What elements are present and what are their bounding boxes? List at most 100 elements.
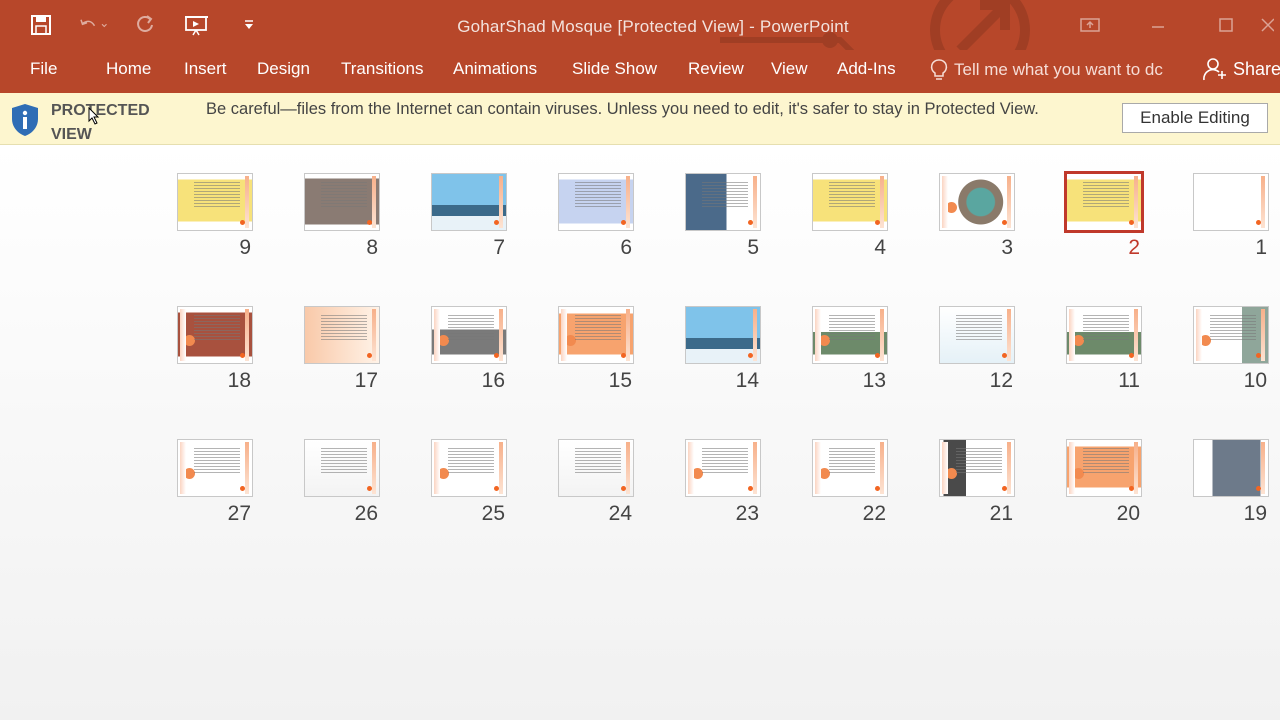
- slide-thumbnail-1[interactable]: [1193, 173, 1269, 231]
- slide-thumbnail-7[interactable]: [431, 173, 507, 231]
- slide-sorter: 1 2 3 4 5 6 7 8 9 10 11 12 13 14 15 16 17 18 19 20 21 22 23 24 2…: [0, 145, 1280, 720]
- share-label: Share: [1233, 58, 1280, 79]
- close-button[interactable]: [1260, 0, 1280, 50]
- slide-accent-bar: [753, 176, 757, 228]
- title-bar: GoharShad Mosque [Protected View] - Powe…: [0, 0, 1280, 50]
- slide-number: 7: [493, 236, 505, 259]
- slide-accent-bar: [880, 309, 884, 361]
- slide-accent-dot: [1002, 353, 1007, 358]
- slide-accent-dot: [1129, 220, 1134, 225]
- slide-accent-dot: [621, 486, 626, 491]
- slide-thumbnail-18[interactable]: [177, 306, 253, 364]
- slide-accent-bar: [753, 309, 757, 361]
- slide-thumbnail-15[interactable]: [558, 306, 634, 364]
- enable-editing-button[interactable]: Enable Editing: [1122, 103, 1268, 133]
- slide-text-lines: [194, 315, 240, 341]
- slide-accent-dot: [748, 486, 753, 491]
- slide-number: 1: [1255, 236, 1267, 259]
- slide-thumbnail-11[interactable]: [1066, 306, 1142, 364]
- slide-accent-dot: [621, 220, 626, 225]
- slide-text-lines: [1210, 315, 1256, 341]
- protected-view-message: Be careful—files from the Internet can c…: [206, 100, 1039, 118]
- slide-number: 21: [989, 502, 1013, 525]
- tab-transitions[interactable]: Transitions: [341, 59, 424, 79]
- tab-slide-show[interactable]: Slide Show: [572, 59, 657, 79]
- slide-thumbnail-9[interactable]: [177, 173, 253, 231]
- slide-thumbnail-26[interactable]: [304, 439, 380, 497]
- slide-number: 15: [608, 369, 632, 392]
- slide-thumbnail-14[interactable]: [685, 306, 761, 364]
- slide-thumbnail-25[interactable]: [431, 439, 507, 497]
- slide-thumbnail-27[interactable]: [177, 439, 253, 497]
- slide-text-lines: [448, 448, 494, 474]
- slide-side-band: [688, 442, 694, 494]
- tab-view[interactable]: View: [771, 59, 808, 79]
- slide-side-band: [942, 442, 948, 494]
- slide-text-lines: [829, 182, 875, 208]
- slide-thumbnail-23[interactable]: [685, 439, 761, 497]
- ribbon-display-icon: [1080, 18, 1100, 32]
- slide-thumbnail-22[interactable]: [812, 439, 888, 497]
- slide-text-lines: [448, 315, 494, 341]
- tab-home[interactable]: Home: [106, 59, 151, 79]
- lightbulb-icon: [930, 59, 948, 80]
- window-controls: [1056, 0, 1280, 50]
- slide-accent-bar: [626, 442, 630, 494]
- tab-insert[interactable]: Insert: [184, 59, 227, 79]
- tab-review[interactable]: Review: [688, 59, 744, 79]
- maximize-button[interactable]: [1192, 0, 1260, 50]
- person-add-icon: [1203, 58, 1226, 81]
- slide-thumbnail-13[interactable]: [812, 306, 888, 364]
- protected-view-bar: PROTECTED VIEW Be careful—files from the…: [0, 93, 1280, 145]
- slide-thumbnail-5[interactable]: [685, 173, 761, 231]
- maximize-icon: [1219, 18, 1233, 32]
- tell-me-search[interactable]: Tell me what you want to dc: [930, 58, 1163, 82]
- slide-thumbnail-24[interactable]: [558, 439, 634, 497]
- tell-me-text: Tell me what you want to dc: [954, 60, 1163, 79]
- slide-accent-bar: [1007, 176, 1011, 228]
- slide-text-lines: [194, 448, 240, 474]
- slide-accent-dot: [875, 220, 880, 225]
- slide-accent-bar: [245, 309, 249, 361]
- slide-number: 10: [1243, 369, 1267, 392]
- slide-thumbnail-3[interactable]: [939, 173, 1015, 231]
- tab-file[interactable]: File: [30, 59, 57, 79]
- slide-thumbnail-2[interactable]: [1064, 171, 1144, 233]
- slide-thumbnail-6[interactable]: [558, 173, 634, 231]
- slide-accent-dot: [875, 353, 880, 358]
- slide-accent-dot: [494, 353, 499, 358]
- slide-accent-dot: [1002, 220, 1007, 225]
- tab-animations[interactable]: Animations: [453, 59, 537, 79]
- slide-accent-bar: [1134, 442, 1138, 494]
- ribbon-display-options-button[interactable]: [1056, 0, 1124, 50]
- slide-thumbnail-17[interactable]: [304, 306, 380, 364]
- slide-accent-dot: [367, 353, 372, 358]
- slide-thumbnail-12[interactable]: [939, 306, 1015, 364]
- share-button[interactable]: Share: [1203, 56, 1280, 82]
- slide-accent-dot: [748, 220, 753, 225]
- minimize-icon: [1152, 26, 1164, 28]
- tab-design[interactable]: Design: [257, 59, 310, 79]
- slide-text-lines: [575, 182, 621, 208]
- slide-text-lines: [829, 315, 875, 341]
- tab-add-ins[interactable]: Add-Ins: [837, 59, 896, 79]
- slide-thumbnail-20[interactable]: [1066, 439, 1142, 497]
- slide-accent-dot: [875, 486, 880, 491]
- slide-number: 20: [1116, 502, 1140, 525]
- slide-thumbnail-8[interactable]: [304, 173, 380, 231]
- slide-accent-dot: [367, 486, 372, 491]
- slide-text-lines: [702, 448, 748, 474]
- minimize-button[interactable]: [1124, 0, 1192, 50]
- slide-number: 4: [874, 236, 886, 259]
- slide-number: 9: [239, 236, 251, 259]
- slide-accent-bar: [626, 176, 630, 228]
- slide-accent-dot: [1256, 353, 1261, 358]
- slide-accent-bar: [1261, 442, 1265, 494]
- slide-thumbnail-4[interactable]: [812, 173, 888, 231]
- slide-thumbnail-10[interactable]: [1193, 306, 1269, 364]
- slide-side-band: [942, 176, 948, 228]
- slide-accent-dot: [621, 353, 626, 358]
- slide-thumbnail-19[interactable]: [1193, 439, 1269, 497]
- slide-thumbnail-16[interactable]: [431, 306, 507, 364]
- slide-thumbnail-21[interactable]: [939, 439, 1015, 497]
